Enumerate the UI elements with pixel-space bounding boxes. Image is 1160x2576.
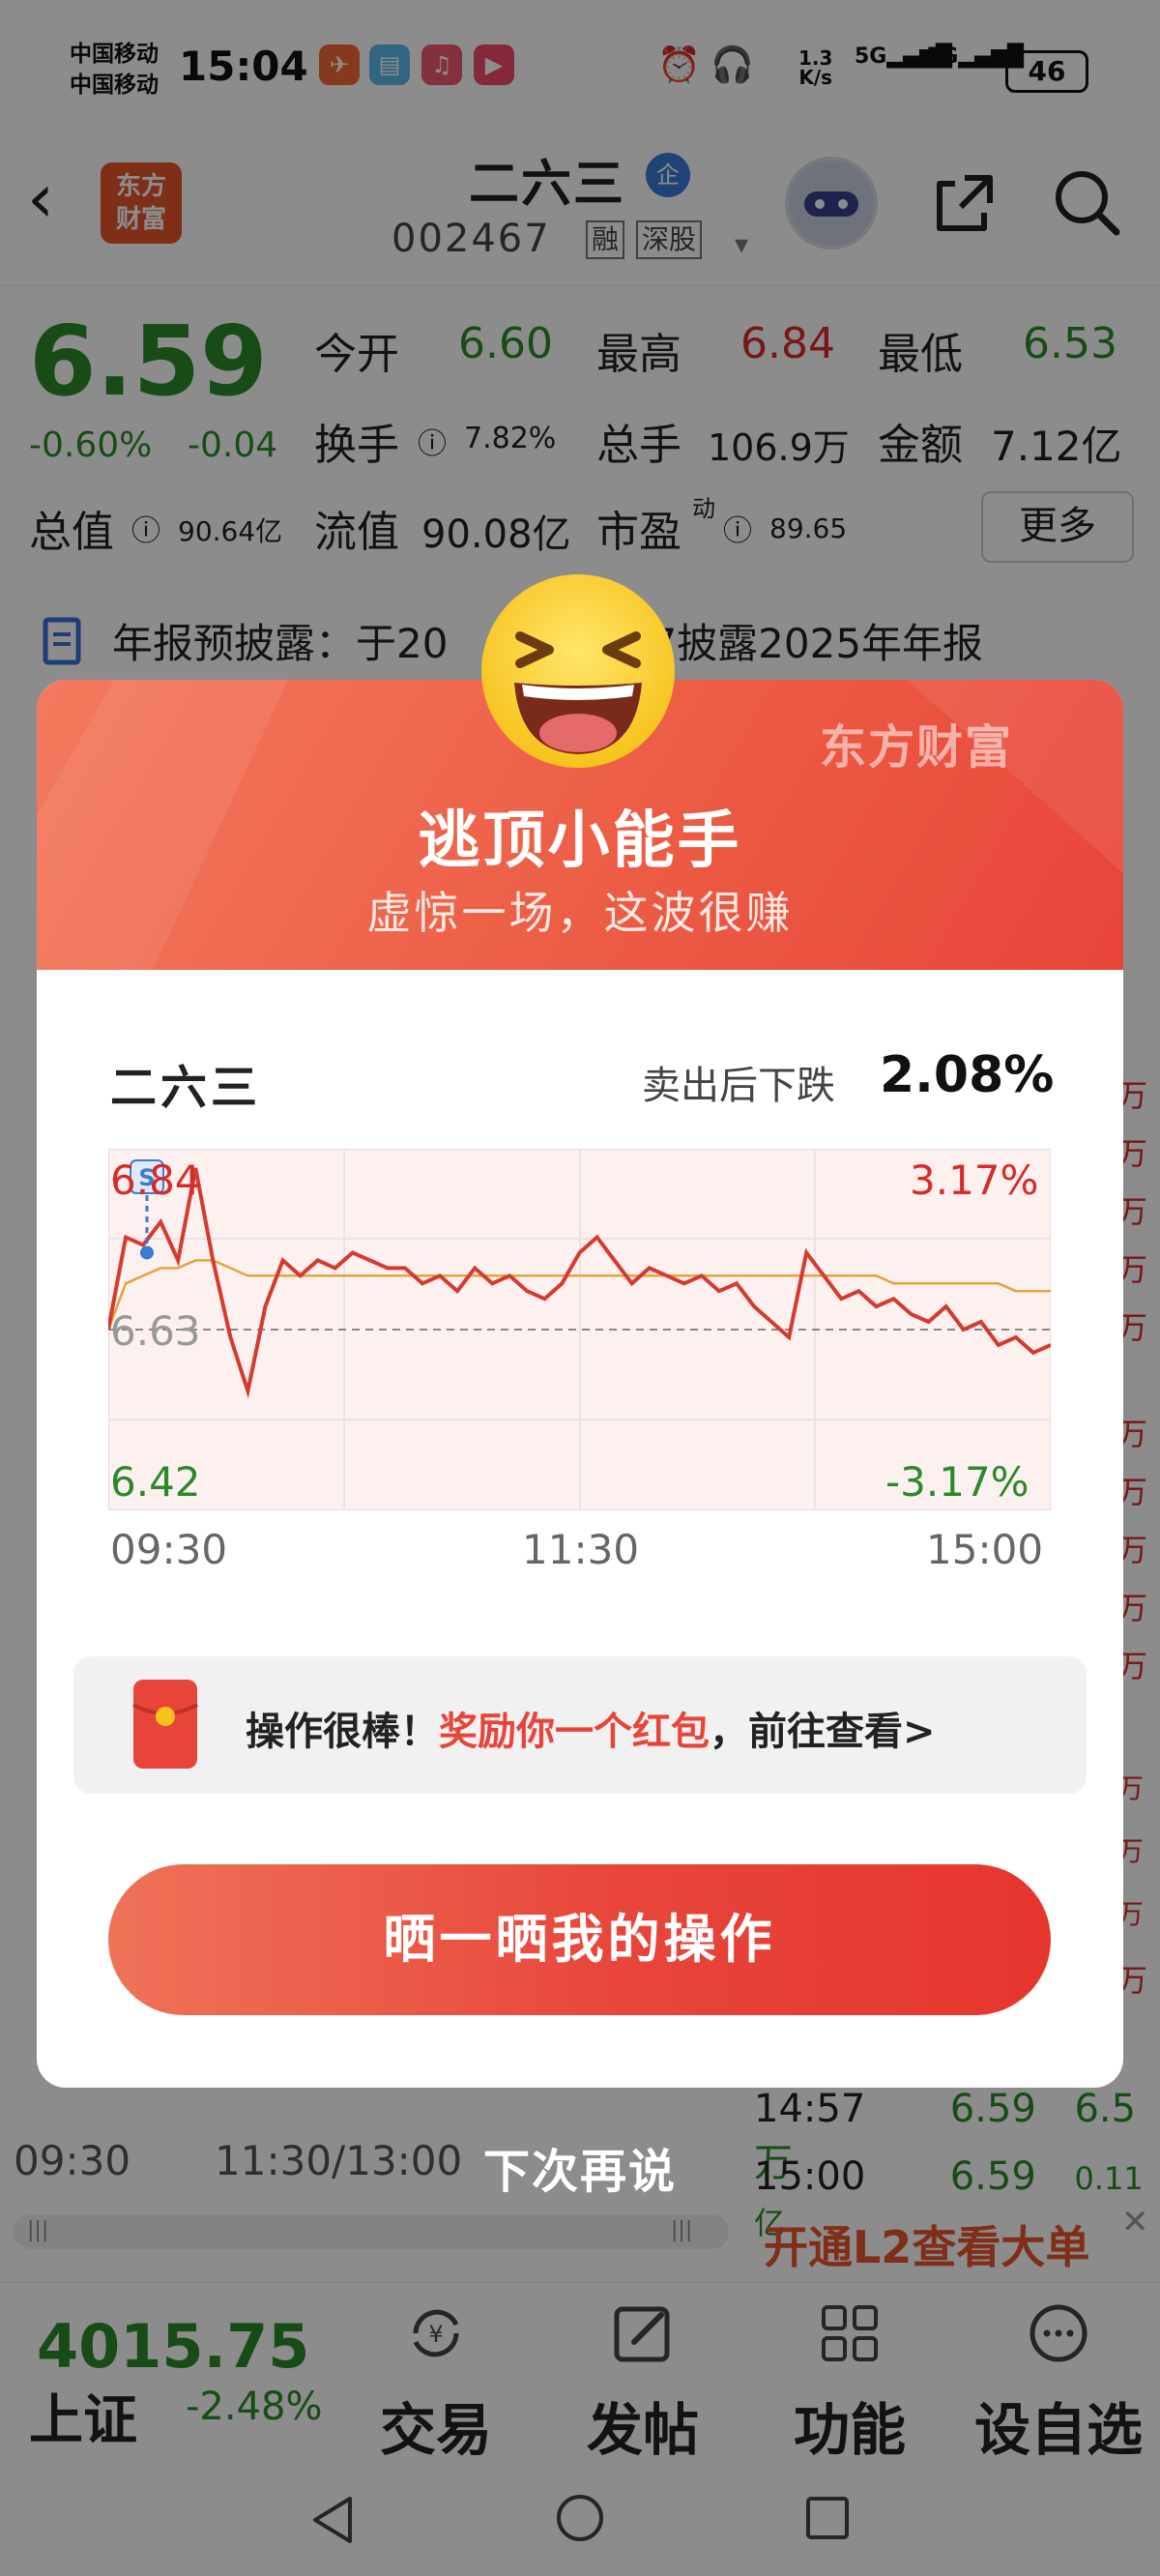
y-axis-min: 6.42 bbox=[110, 1458, 201, 1506]
drop-after-sell-value: 2.08% bbox=[880, 1046, 1055, 1104]
red-packet-text[interactable]: 操作很棒！奖励你一个红包，前往查看> bbox=[246, 1700, 936, 1756]
modal-title: 逃顶小能手 bbox=[418, 805, 742, 877]
x-axis-mid: 11:30 bbox=[522, 1526, 640, 1573]
modal-subtitle: 虚惊一场，这波很赚 bbox=[366, 887, 794, 939]
y-axis-max-pct: 3.17% bbox=[910, 1156, 1039, 1204]
card-stock-name: 二六三 bbox=[110, 1061, 262, 1115]
laughing-emoji-icon bbox=[481, 574, 675, 768]
red-envelope-icon bbox=[132, 1680, 198, 1769]
sell-point bbox=[140, 1245, 154, 1260]
y-axis-prev-close: 6.63 bbox=[110, 1307, 201, 1355]
x-axis-start: 09:30 bbox=[110, 1526, 228, 1573]
drop-after-sell-label: 卖出后下跌 bbox=[642, 1064, 835, 1108]
y-axis-min-pct: -3.17% bbox=[885, 1458, 1030, 1506]
brand-watermark: 东方财富 bbox=[820, 720, 1014, 775]
y-axis-max: 6.84 bbox=[110, 1156, 201, 1204]
dismiss-later-link[interactable]: 下次再说 bbox=[0, 2133, 1160, 2201]
x-axis-end: 15:00 bbox=[926, 1526, 1044, 1573]
share-operation-button[interactable]: 晒一晒我的操作 bbox=[108, 1864, 1051, 2015]
